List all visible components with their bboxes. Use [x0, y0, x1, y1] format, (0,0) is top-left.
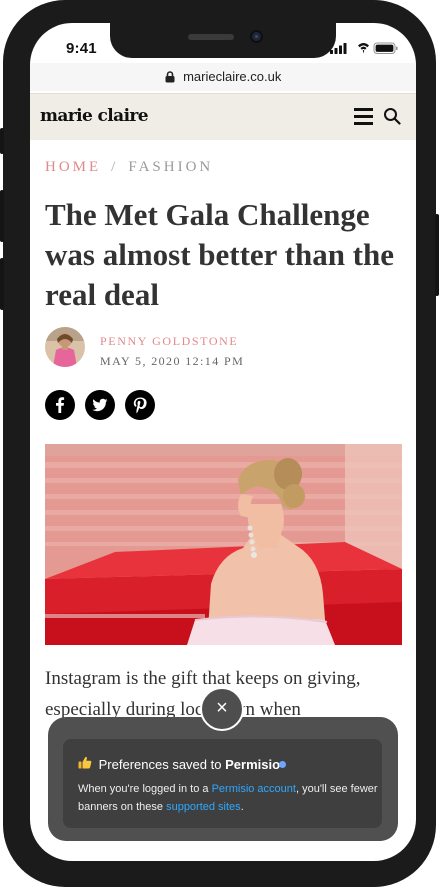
power-button [435, 214, 439, 296]
address-bar[interactable]: marieclaire.co.uk [30, 63, 416, 91]
twitter-icon[interactable] [85, 390, 115, 420]
phone-frame: 9:41 marieclaire.co.uk marie claire HOME… [0, 0, 439, 887]
close-icon[interactable]: × [200, 687, 244, 731]
screen: 9:41 marieclaire.co.uk marie claire HOME… [30, 23, 416, 861]
pinterest-icon[interactable] [125, 390, 155, 420]
consent-toast: Preferences saved to Permisio When you'r… [48, 717, 398, 841]
speaker [188, 34, 234, 40]
supported-sites-link[interactable]: supported sites [166, 801, 241, 813]
toast-body-prefix: When you're logged in to a [78, 783, 209, 795]
toast-body-suffix: . [240, 801, 244, 813]
facebook-icon[interactable] [45, 390, 75, 420]
url-text: marieclaire.co.uk [183, 69, 282, 84]
permisio-account-link[interactable]: Permisio account [212, 783, 296, 795]
status-icons [330, 41, 400, 55]
toast-body: When you're logged in to a Permisio acco… [78, 780, 378, 816]
site-logo[interactable]: marie claire [40, 106, 149, 126]
article-title: The Met Gala Challenge was almost better… [45, 197, 395, 312]
breadcrumb-fashion[interactable]: FASHION [128, 159, 213, 175]
breadcrumb-separator: / [111, 159, 119, 175]
toast-message-box: Preferences saved to Permisio When you'r… [63, 739, 382, 828]
lock-icon [165, 70, 175, 88]
thumbs-up-icon [78, 756, 92, 772]
notch [110, 23, 336, 58]
toast-brand: Permisio [225, 757, 281, 772]
wifi-icon [358, 43, 369, 54]
breadcrumb: HOME / FASHION [45, 159, 213, 176]
mute-switch [0, 128, 4, 154]
author-avatar[interactable] [45, 327, 85, 367]
toast-title: Preferences saved to Permisio [78, 756, 287, 772]
toast-title-text: Preferences saved to [98, 757, 222, 772]
battery-icon [373, 42, 398, 54]
camera [250, 30, 263, 43]
search-icon[interactable] [383, 107, 401, 130]
hero-image[interactable] [45, 444, 402, 645]
publish-date: MAY 5, 2020 12:14 PM [100, 354, 245, 368]
volume-down-button [0, 258, 4, 310]
author-name[interactable]: PENNY GOLDSTONE [100, 334, 238, 349]
status-time: 9:41 [66, 40, 97, 57]
brand-dot [279, 761, 287, 768]
hamburger-menu-icon[interactable] [354, 108, 373, 125]
site-header: marie claire [30, 93, 416, 140]
volume-up-button [0, 190, 4, 242]
breadcrumb-home[interactable]: HOME [45, 159, 101, 175]
